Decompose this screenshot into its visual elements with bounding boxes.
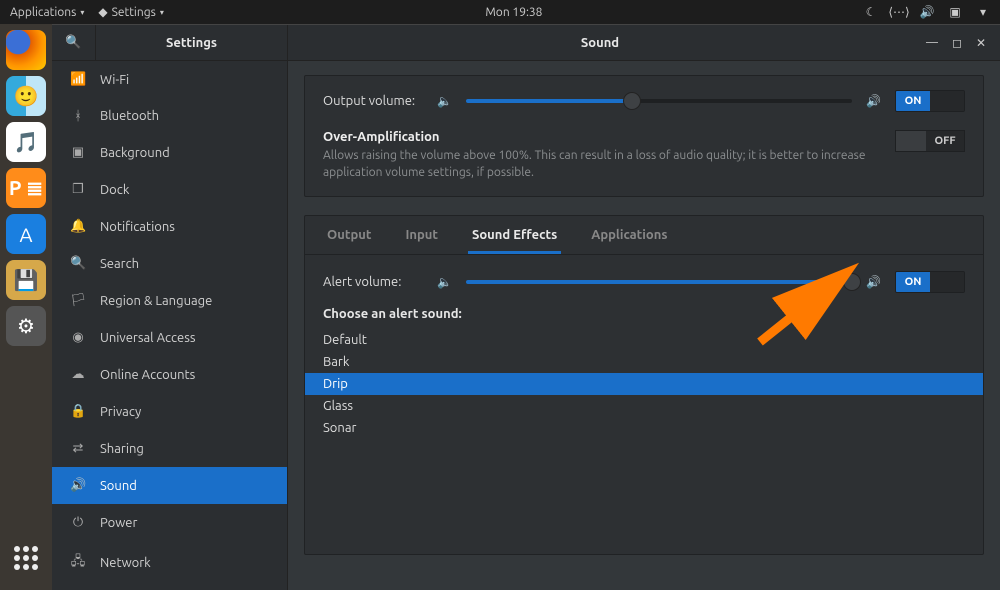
sidebar-item-label: Online Accounts: [100, 368, 195, 382]
sidebar-item-devices[interactable]: 🖥Devices›: [52, 585, 287, 590]
universal-icon: ◉: [70, 330, 86, 345]
output-volume-slider[interactable]: [466, 91, 852, 111]
volume-high-icon: 🔊: [866, 275, 881, 289]
panel-title: Sound: [288, 36, 912, 50]
search-icon: 🔍: [70, 256, 86, 271]
search-icon: 🔍: [65, 35, 81, 50]
alert-sound-glass[interactable]: Glass: [305, 395, 983, 417]
over-amplification-title: Over-Amplification: [323, 130, 879, 144]
dock-disk[interactable]: 💾: [6, 260, 46, 300]
minimize-button[interactable]: —: [926, 36, 938, 50]
privacy-icon: 🔒: [70, 404, 86, 419]
sidebar-item-sharing[interactable]: ⇄ Sharing: [52, 430, 287, 467]
tab-sound-effects[interactable]: Sound Effects: [468, 216, 561, 254]
sidebar-item-privacy[interactable]: 🔒 Privacy: [52, 393, 287, 430]
sidebar: 📶 Wi-Fi ᚼ Bluetooth ▣ Background ❐ Dock 🔔 Notific…: [52, 61, 288, 590]
applications-menu[interactable]: Applications ▾: [10, 6, 84, 19]
dock-firefox[interactable]: [6, 30, 46, 70]
volume-icon[interactable]: 🔊: [920, 5, 934, 19]
dock-settings[interactable]: ⚙: [6, 306, 46, 346]
dock: 🙂 🎵 P ≣ A 💾 ⚙: [0, 24, 52, 590]
sidebar-item-label: Dock: [100, 183, 129, 197]
sidebar-item-label: Sound: [100, 479, 137, 493]
tab-input[interactable]: Input: [401, 216, 442, 254]
sidebar-item-label: Privacy: [100, 405, 141, 419]
sidebar-title: Settings: [96, 25, 288, 61]
dock-finder[interactable]: 🙂: [6, 76, 46, 116]
sidebar-item-label: Background: [100, 146, 170, 160]
output-volume-toggle[interactable]: ON: [895, 90, 965, 112]
output-volume-label: Output volume:: [323, 94, 423, 108]
sidebar-item-bluetooth[interactable]: ᚼ Bluetooth: [52, 98, 287, 134]
dock-appstore[interactable]: A: [6, 214, 46, 254]
sidebar-item-label: Universal Access: [100, 331, 195, 345]
sidebar-item-label: Notifications: [100, 220, 175, 234]
sidebar-item-label: Bluetooth: [100, 109, 159, 123]
search-button[interactable]: 🔍: [52, 25, 96, 61]
sidebar-item-online[interactable]: ☁ Online Accounts: [52, 356, 287, 393]
battery-icon[interactable]: ▣: [948, 5, 962, 19]
volume-low-icon: 🔈: [437, 275, 452, 289]
wifi-icon: 📶: [70, 72, 86, 87]
dock-music[interactable]: 🎵: [6, 122, 46, 162]
dock-icon: ❐: [70, 182, 86, 197]
clock[interactable]: Mon 19:38: [164, 6, 864, 19]
notifications-icon: 🔔: [70, 219, 86, 234]
active-app-menu[interactable]: ◆ Settings ▾: [98, 5, 163, 19]
volume-high-icon: 🔊: [866, 94, 881, 108]
top-panel: Applications ▾ ◆ Settings ▾ Mon 19:38 ☾ …: [0, 0, 1000, 24]
sidebar-item-sound[interactable]: 🔊 Sound: [52, 467, 287, 504]
sidebar-item-power[interactable]: ⏻ Power: [52, 504, 287, 541]
sidebar-item-dock[interactable]: ❐ Dock: [52, 171, 287, 208]
alert-sound-list: DefaultBarkDripGlassSonar: [305, 329, 983, 439]
sidebar-item-region[interactable]: 🏳 Region & Language: [52, 282, 287, 319]
sidebar-item-network[interactable]: 🖧 Network: [52, 541, 287, 585]
show-applications[interactable]: [6, 538, 46, 578]
maximize-button[interactable]: ◻: [952, 36, 962, 50]
output-volume-card: Output volume: 🔈 🔊 ON Over-Amplification: [304, 75, 984, 197]
alert-sound-bark[interactable]: Bark: [305, 351, 983, 373]
volume-low-icon: 🔈: [437, 94, 452, 108]
night-icon[interactable]: ☾: [864, 5, 878, 19]
sidebar-item-label: Search: [100, 257, 139, 271]
content: Output volume: 🔈 🔊 ON Over-Amplification: [288, 61, 1000, 590]
sidebar-item-wifi[interactable]: 📶 Wi-Fi: [52, 61, 287, 98]
alert-volume-label: Alert volume:: [323, 275, 423, 289]
region-icon: 🏳: [70, 293, 86, 308]
over-amplification-toggle[interactable]: OFF: [895, 130, 965, 152]
online-icon: ☁: [70, 367, 86, 382]
sidebar-item-label: Sharing: [100, 442, 144, 456]
sidebar-item-search[interactable]: 🔍 Search: [52, 245, 287, 282]
power-icon: ⏻: [70, 515, 86, 530]
titlebar: 🔍 Settings Sound — ◻ ✕: [52, 25, 1000, 61]
sound-effects-card: Output Input Sound Effects Applications Ale…: [304, 215, 984, 555]
settings-window: 🔍 Settings Sound — ◻ ✕ 📶 Wi-Fi ᚼ Bluetooth ▣…: [52, 24, 1000, 590]
sidebar-item-universal[interactable]: ◉ Universal Access: [52, 319, 287, 356]
tab-applications[interactable]: Applications: [587, 216, 671, 254]
tab-output[interactable]: Output: [323, 216, 375, 254]
over-amplification-desc: Allows raising the volume above 100%. Th…: [323, 148, 879, 182]
net-icon[interactable]: ⟨⋯⟩: [892, 5, 906, 19]
alert-sound-default[interactable]: Default: [305, 329, 983, 351]
network-icon: 🖧: [70, 552, 86, 574]
sharing-icon: ⇄: [70, 441, 86, 456]
close-button[interactable]: ✕: [976, 36, 986, 50]
bluetooth-icon: ᚼ: [70, 109, 86, 123]
sound-tabs: Output Input Sound Effects Applications: [305, 216, 983, 255]
alert-volume-toggle[interactable]: ON: [895, 271, 965, 293]
alert-sound-sonar[interactable]: Sonar: [305, 417, 983, 439]
sidebar-item-label: Network: [100, 556, 151, 570]
sidebar-item-background[interactable]: ▣ Background: [52, 134, 287, 171]
sidebar-item-label: Power: [100, 516, 137, 530]
chevron-down-icon[interactable]: ▾: [976, 5, 990, 19]
sidebar-item-label: Region & Language: [100, 294, 212, 308]
background-icon: ▣: [70, 145, 86, 160]
sidebar-item-notifications[interactable]: 🔔 Notifications: [52, 208, 287, 245]
sound-icon: 🔊: [70, 478, 86, 493]
alert-volume-slider[interactable]: [466, 272, 852, 292]
alert-sound-heading: Choose an alert sound:: [323, 307, 965, 321]
sidebar-item-label: Wi-Fi: [100, 73, 129, 87]
alert-sound-drip[interactable]: Drip: [305, 373, 983, 395]
dock-pages[interactable]: P ≣: [6, 168, 46, 208]
